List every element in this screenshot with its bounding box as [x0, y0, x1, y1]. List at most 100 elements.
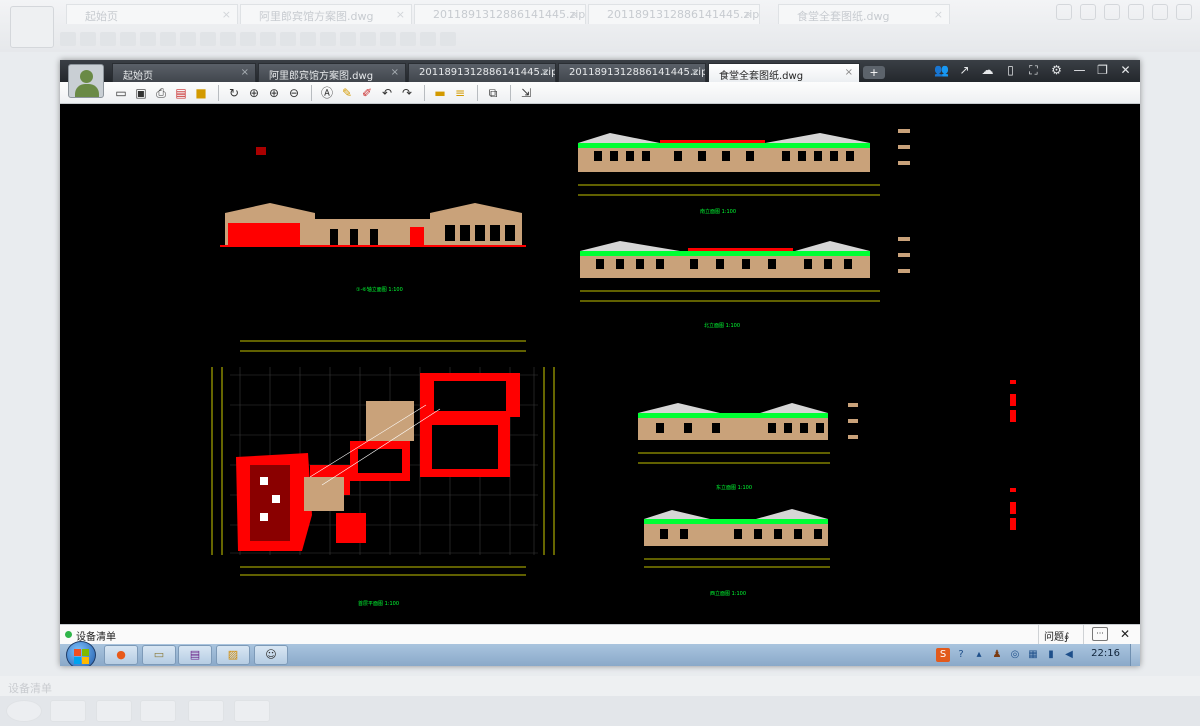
background-tab: 2011891312886141445.zip × [588, 4, 760, 24]
close-button[interactable]: ✕ [1117, 62, 1134, 79]
mobile-icon[interactable]: ▯ [1002, 62, 1019, 79]
tab-canteen-drawings[interactable]: 食堂全套图纸.dwg × [708, 63, 860, 82]
elevation-west [644, 509, 830, 568]
red-marker [1010, 518, 1016, 530]
lock-icon[interactable]: ■ [192, 84, 210, 102]
show-desktop-button[interactable] [1130, 644, 1140, 666]
settings-icon[interactable]: ⚙ [1048, 62, 1065, 79]
main-toolbar: ▭ ▣ ⎙ ▤ ■ ↻ ⊕ ⊕ ⊖ Ⓐ ✎ ✐ ↶ ↷ ▬ ≡ ⧉ ⇲ [60, 82, 1140, 104]
tab-label: 阿里郎宾馆方案图.dwg [269, 71, 374, 82]
chat-icon[interactable]: ··· [1092, 627, 1108, 641]
new-tab-button[interactable]: + [863, 66, 885, 79]
network-icon[interactable]: ▮ [1044, 648, 1058, 662]
marker-icon[interactable]: ✐ [358, 84, 376, 102]
toolbar-divider [424, 84, 425, 101]
tab-close-icon[interactable]: × [241, 67, 249, 78]
red-mark [256, 147, 266, 155]
system-tray: S ? ▴ ♟ ◎ ▦ ▮ ◀ [936, 648, 1076, 662]
elevation-south [578, 129, 910, 196]
layers-icon[interactable]: ⧉ [484, 84, 502, 102]
undo-icon[interactable]: ↶ [378, 84, 396, 102]
tab-close-icon[interactable]: × [845, 67, 853, 78]
help-icon[interactable]: ? [954, 648, 968, 662]
background-toolbar [60, 28, 456, 50]
export-icon[interactable]: ⇲ [517, 84, 535, 102]
save-icon[interactable]: ▣ [132, 84, 150, 102]
label-floor-plan: 首层平面图 1:100 [358, 600, 399, 607]
device-icon[interactable]: ▦ [1026, 648, 1040, 662]
measure-icon[interactable]: ▬ [431, 84, 449, 102]
tab-label: 起始页 [123, 71, 153, 82]
minimize-button[interactable]: — [1071, 62, 1088, 79]
background-tab: 食堂全套图纸.dwg × [778, 4, 950, 24]
fullscreen-icon[interactable]: ⛶ [1025, 62, 1042, 79]
toolbar-divider [311, 84, 312, 101]
share-icon[interactable]: ↗ [956, 62, 973, 79]
tab-close-icon[interactable]: × [541, 67, 549, 78]
close-status-icon[interactable]: ✕ [1120, 627, 1130, 641]
feedback-button[interactable]: 问题∮ [1038, 625, 1084, 644]
toolbar-divider [477, 84, 478, 101]
input-method-icon[interactable]: S [936, 648, 950, 662]
zoom-in-icon[interactable]: ⊕ [265, 84, 283, 102]
floor-plan [211, 340, 555, 576]
title-bar: 起始页 × 阿里郎宾馆方案图.dwg × 2011891312886141445… [60, 60, 1140, 82]
tab-close-icon[interactable]: × [691, 67, 699, 78]
tab-close-icon[interactable]: × [391, 67, 399, 78]
browser-taskbar-icon[interactable]: ● [104, 645, 138, 665]
redo-icon[interactable]: ↷ [398, 84, 416, 102]
elevation-east [638, 403, 858, 464]
tab-zip-2[interactable]: 2011891312886141445.zip... × [558, 63, 706, 82]
pencil-icon[interactable]: ✎ [338, 84, 356, 102]
label-left-elevation: ①-⑥轴立面图 1:100 [356, 286, 403, 293]
app-window: 起始页 × 阿里郎宾馆方案图.dwg × 2011891312886141445… [60, 60, 1140, 666]
red-marker [1010, 394, 1016, 406]
print-icon[interactable]: ⎙ [152, 84, 170, 102]
background-taskbar [0, 696, 1200, 726]
red-marker [1010, 410, 1016, 422]
tab-label: 2011891312886141445.zip... [569, 67, 706, 78]
volume-icon[interactable]: ◀ [1062, 648, 1076, 662]
viewer-taskbar-icon[interactable]: ☺ [254, 645, 288, 665]
tab-label: 2011891312886141445.zip... [419, 67, 556, 78]
user-tray-icon[interactable]: ♟ [990, 648, 1004, 662]
label-south-elevation: 南立面图 1:100 [700, 208, 736, 215]
text-icon[interactable]: Ⓐ [318, 84, 336, 102]
red-marker [1010, 502, 1016, 514]
background-tab: 起始页 × [66, 4, 238, 24]
background-status-label: 设备清单 [8, 682, 52, 695]
photos-taskbar-icon[interactable]: ▨ [216, 645, 250, 665]
toolbar-divider [510, 84, 511, 101]
clock[interactable]: 22:16 [1091, 648, 1120, 659]
label-west-elevation: 西立面图 1:100 [710, 590, 746, 597]
open-icon[interactable]: ▭ [112, 84, 130, 102]
zoom-window-icon[interactable]: ⊕ [245, 84, 263, 102]
sync-icon[interactable]: ◎ [1008, 648, 1022, 662]
pdf-icon[interactable]: ▤ [172, 84, 190, 102]
red-marker [1010, 488, 1016, 492]
tab-start-page[interactable]: 起始页 × [112, 63, 256, 82]
tab-zip-1[interactable]: 2011891312886141445.zip... × [408, 63, 556, 82]
zoom-out-icon[interactable]: ⊖ [285, 84, 303, 102]
status-dot [65, 631, 72, 638]
window-controls: 👥 ↗ ☁ ▯ ⛶ ⚙ — ❐ ✕ [933, 62, 1134, 79]
label-east-elevation: 东立面图 1:100 [716, 484, 752, 491]
start-button[interactable] [66, 641, 96, 666]
dimension-icon[interactable]: ≡ [451, 84, 469, 102]
background-tab-strip: 起始页 × 阿里郎宾馆方案图.dwg × 20118913128861414​45.… [0, 0, 1200, 52]
red-marker [1010, 380, 1016, 384]
folder-taskbar-icon[interactable]: ▭ [142, 645, 176, 665]
restore-button[interactable]: ❐ [1094, 62, 1111, 79]
drawing-canvas[interactable]: ①-⑥轴立面图 1:100 南立面图 1:100 北立面图 1:100 东立面图… [60, 105, 1140, 624]
user-avatar[interactable] [68, 64, 104, 98]
tab-label: 食堂全套图纸.dwg [719, 71, 804, 82]
books-taskbar-icon[interactable]: ▤ [178, 645, 212, 665]
users-icon[interactable]: 👥 [933, 62, 950, 79]
tab-arirang-hotel[interactable]: 阿里郎宾馆方案图.dwg × [258, 63, 406, 82]
cloud-icon[interactable]: ☁ [979, 62, 996, 79]
tray-expand-icon[interactable]: ▴ [972, 648, 986, 662]
rotate-icon[interactable]: ↻ [225, 84, 243, 102]
elevation-north [580, 237, 910, 302]
cad-drawing: ①-⑥轴立面图 1:100 南立面图 1:100 北立面图 1:100 东立面图… [211, 129, 1016, 607]
background-avatar [10, 6, 54, 48]
